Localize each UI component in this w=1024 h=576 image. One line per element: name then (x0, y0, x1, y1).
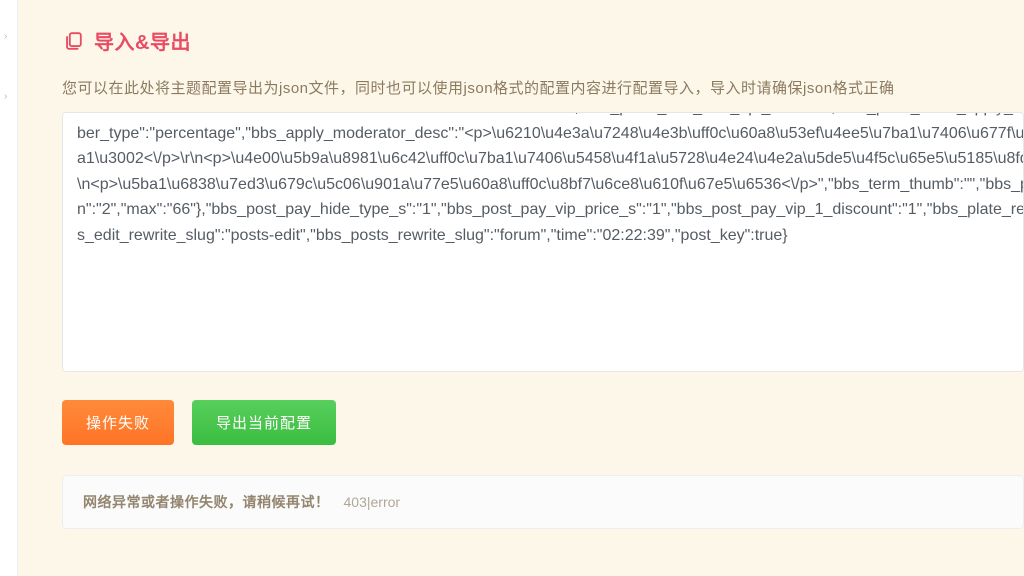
copy-icon (62, 30, 84, 52)
page-title-text: 导入&导出 (94, 26, 191, 55)
nav-expand-1[interactable]: › (0, 26, 17, 48)
left-nav-sliver: › › (0, 0, 18, 576)
error-alert: 网络异常或者操作失败，请稍候再试！ 403|error (62, 475, 1024, 529)
config-json-text[interactable]: 22\u8fce\u60a8\u7559\u4e0b\u5b9d\u8d35\u… (77, 112, 1024, 249)
settings-panel: 导入&导出 您可以在此处将主题配置导出为json文件，同时也可以使用json格式… (18, 0, 1024, 576)
export-config-button[interactable]: 导出当前配置 (192, 400, 336, 445)
page-description: 您可以在此处将主题配置导出为json文件，同时也可以使用json格式的配置内容进… (62, 77, 1024, 98)
page-title: 导入&导出 (62, 26, 1024, 55)
error-alert-code: 403|error (344, 494, 401, 510)
nav-expand-2[interactable]: › (0, 86, 17, 108)
error-alert-message: 网络异常或者操作失败，请稍候再试！ (83, 492, 330, 512)
action-button-row: 操作失败 导出当前配置 (62, 400, 1024, 445)
operation-failed-button[interactable]: 操作失败 (62, 400, 174, 445)
config-json-input[interactable]: 22\u8fce\u60a8\u7559\u4e0b\u5b9d\u8d35\u… (62, 112, 1024, 372)
